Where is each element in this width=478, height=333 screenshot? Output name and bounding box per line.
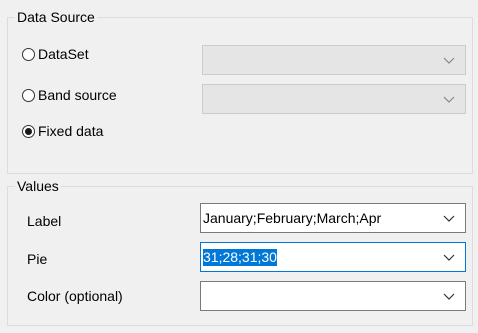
radio-dataset-label: DataSet — [38, 46, 89, 62]
radio-fixed-data-button[interactable] — [22, 124, 35, 138]
chevron-down-icon[interactable] — [443, 290, 455, 302]
chevron-down-icon — [443, 96, 455, 103]
radio-fixed-data[interactable]: Fixed data — [22, 121, 103, 141]
pie-field-label: Pie — [27, 251, 48, 267]
dataset-combo — [202, 45, 466, 75]
band-source-combo — [202, 84, 466, 114]
values-title: Values — [15, 178, 61, 195]
chevron-down-icon[interactable] — [443, 212, 455, 224]
label-field-label: Label — [27, 213, 62, 229]
color-combo[interactable] — [200, 281, 466, 311]
label-combo-value: January;February;March;Apr — [203, 210, 382, 226]
chevron-down-icon[interactable] — [443, 251, 455, 263]
radio-fixed-data-label: Fixed data — [38, 123, 104, 139]
radio-dataset[interactable]: DataSet — [22, 44, 89, 64]
radio-band-source[interactable]: Band source — [22, 85, 117, 105]
label-combo[interactable]: January;February;March;Apr — [200, 203, 466, 233]
chevron-down-icon — [443, 57, 455, 64]
radio-band-source-label: Band source — [38, 87, 117, 103]
pie-combo[interactable]: 31;28;31;30 — [200, 242, 466, 272]
data-source-title: Data Source — [15, 9, 97, 26]
color-field-label: Color (optional) — [27, 288, 123, 304]
radio-dataset-button[interactable] — [22, 47, 35, 61]
pie-combo-value[interactable]: 31;28;31;30 — [203, 249, 277, 266]
radio-band-source-button[interactable] — [22, 88, 35, 102]
